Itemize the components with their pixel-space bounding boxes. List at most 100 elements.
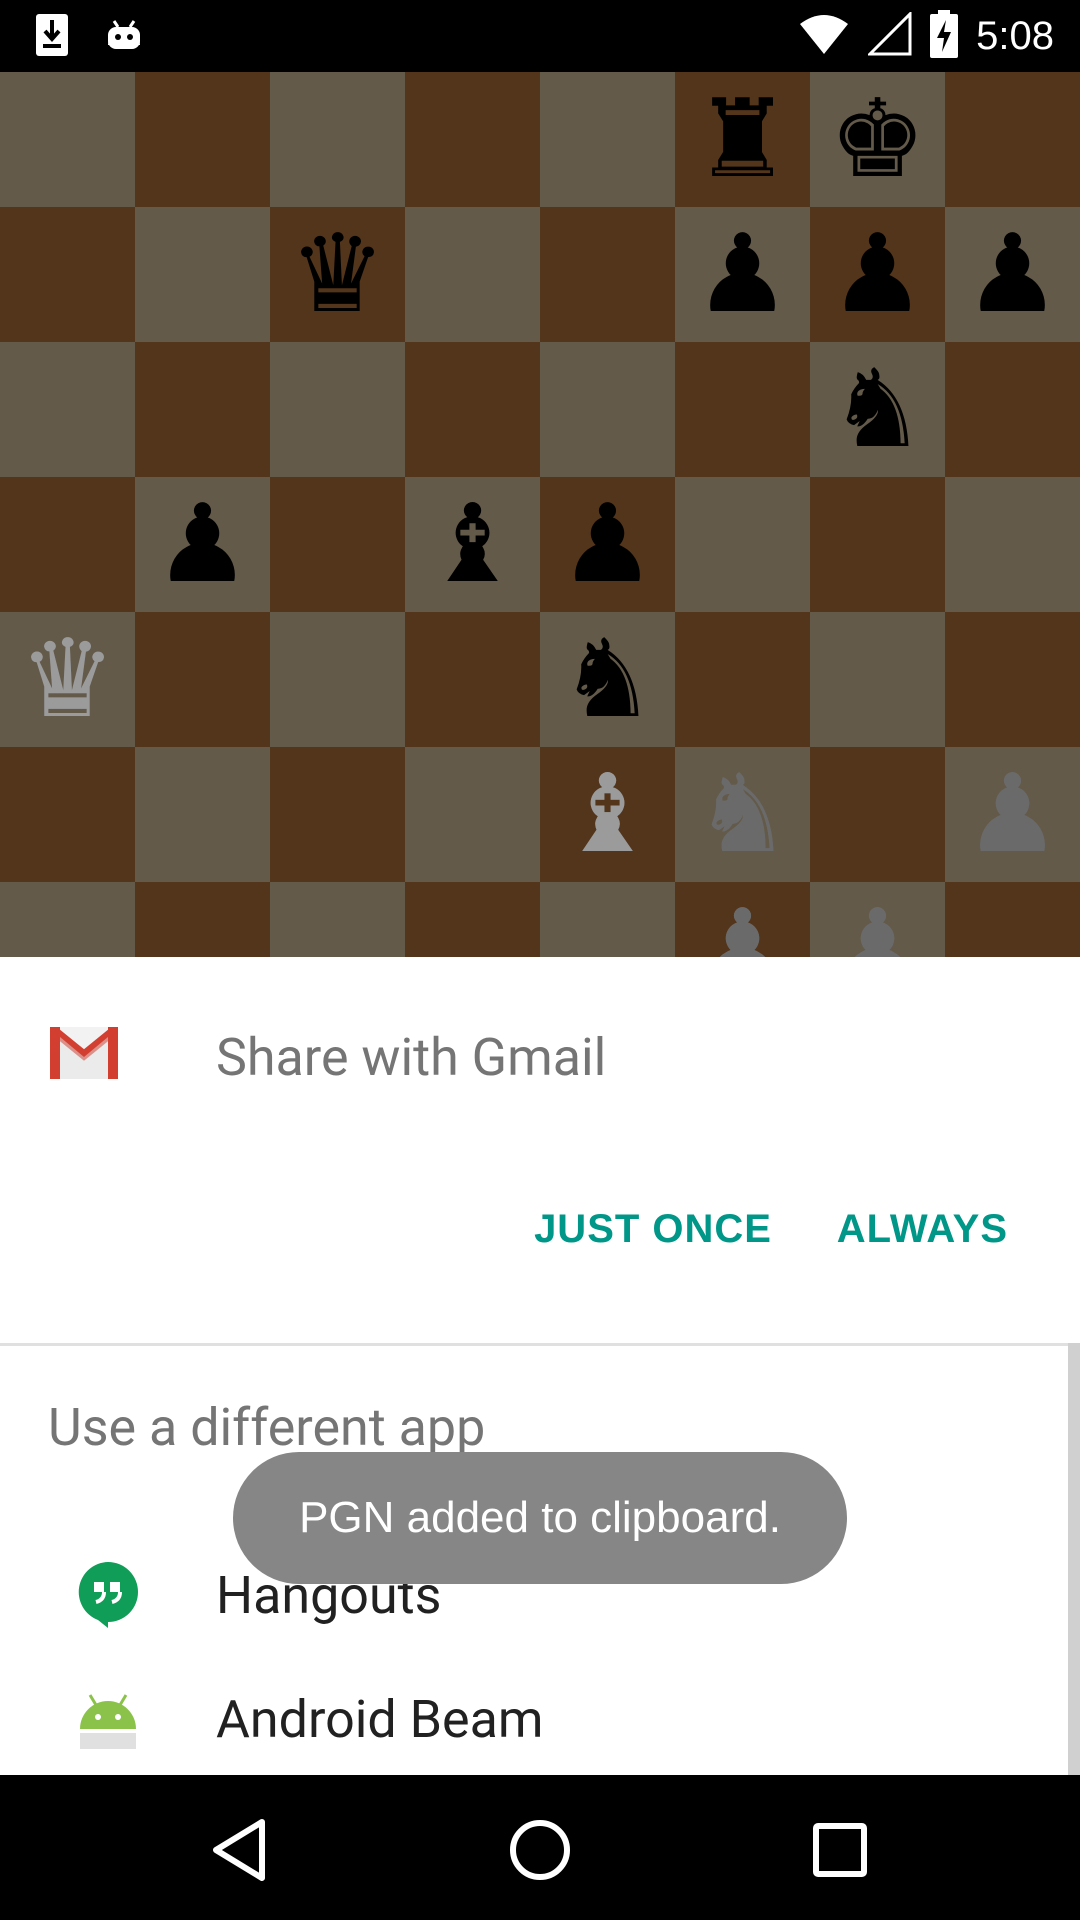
toast: PGN added to clipboard. (233, 1452, 847, 1584)
board-square[interactable]: ♟ (810, 882, 945, 957)
board-square[interactable] (540, 207, 675, 342)
board-square[interactable] (540, 342, 675, 477)
board-square[interactable]: ♞ (810, 342, 945, 477)
board-square[interactable] (270, 342, 405, 477)
black-knight-icon[interactable]: ♞ (559, 625, 656, 734)
board-square[interactable] (0, 477, 135, 612)
board-square[interactable] (945, 882, 1080, 957)
board-square[interactable] (540, 72, 675, 207)
board-square[interactable] (810, 612, 945, 747)
board-square[interactable] (0, 72, 135, 207)
board-square[interactable] (405, 612, 540, 747)
button-row: JUST ONCE ALWAYS (0, 1207, 1080, 1287)
board-square[interactable] (405, 747, 540, 882)
app-item-android-beam[interactable]: Android Beam (0, 1675, 1065, 1775)
board-square[interactable] (405, 207, 540, 342)
wifi-icon (798, 12, 850, 60)
white-pawn-icon[interactable]: ♟ (829, 895, 926, 957)
board-square[interactable] (675, 612, 810, 747)
home-icon[interactable] (500, 1815, 580, 1885)
board-square[interactable] (270, 612, 405, 747)
board-square[interactable] (945, 72, 1080, 207)
board-square[interactable]: ♝ (405, 477, 540, 612)
black-rook-icon[interactable]: ♜ (694, 85, 791, 194)
black-pawn-icon[interactable]: ♟ (829, 220, 926, 329)
battery-charging-icon (930, 10, 959, 62)
board-square[interactable] (270, 747, 405, 882)
board-square[interactable]: ♟ (945, 747, 1080, 882)
white-bishop-icon[interactable]: ♝ (559, 760, 656, 869)
status-bar: 5:08 (0, 0, 1080, 72)
board-square[interactable] (0, 747, 135, 882)
board-square[interactable] (135, 612, 270, 747)
board-square[interactable] (135, 207, 270, 342)
board-square[interactable] (135, 72, 270, 207)
gmail-icon (49, 1025, 119, 1079)
board-square[interactable] (0, 207, 135, 342)
board-square[interactable]: ♟ (675, 207, 810, 342)
board-square[interactable] (405, 882, 540, 957)
board-square[interactable]: ♚ (810, 72, 945, 207)
board-square[interactable] (135, 882, 270, 957)
share-title: Share with Gmail (216, 1027, 607, 1088)
white-pawn-icon[interactable]: ♟ (694, 895, 791, 957)
board-square[interactable]: ♛ (0, 612, 135, 747)
white-queen-icon[interactable]: ♛ (19, 625, 116, 734)
board-square[interactable]: ♟ (810, 207, 945, 342)
board-square[interactable] (270, 72, 405, 207)
board-square[interactable] (135, 747, 270, 882)
back-icon[interactable] (200, 1815, 280, 1885)
board-square[interactable]: ♝ (540, 747, 675, 882)
divider (0, 1343, 1080, 1346)
android-icon (78, 1689, 138, 1749)
board-square[interactable]: ♟ (540, 477, 675, 612)
share-dialog: Share with Gmail JUST ONCE ALWAYS Use a … (0, 957, 1080, 1775)
recents-icon[interactable] (800, 1815, 880, 1885)
navigation-bar (0, 1775, 1080, 1920)
list-scrollbar[interactable] (1068, 1343, 1080, 1775)
gmail-row[interactable]: Share with Gmail (0, 957, 1080, 1157)
black-pawn-icon[interactable]: ♟ (964, 220, 1061, 329)
alt-app-title: Use a different app (48, 1397, 486, 1458)
board-square[interactable]: ♞ (540, 612, 675, 747)
board-square[interactable] (405, 342, 540, 477)
board-square[interactable]: ♞ (675, 747, 810, 882)
chess-board[interactable]: ♜ ♚ ♛ ♟ ♟ ♟ ♞ ♟ ♝ ♟ ♛ ♞ ♝ ♞ ♟ ♟ ♟ (0, 72, 1080, 957)
board-grid: ♜ ♚ ♛ ♟ ♟ ♟ ♞ ♟ ♝ ♟ ♛ ♞ ♝ ♞ ♟ ♟ ♟ (0, 72, 1080, 957)
board-square[interactable] (810, 747, 945, 882)
board-square[interactable]: ♛ (270, 207, 405, 342)
board-square[interactable] (945, 342, 1080, 477)
board-square[interactable] (945, 477, 1080, 612)
board-square[interactable] (135, 342, 270, 477)
board-square[interactable] (405, 72, 540, 207)
black-bishop-icon[interactable]: ♝ (424, 490, 521, 599)
board-square[interactable] (810, 477, 945, 612)
android-debug-icon (104, 15, 144, 59)
board-square[interactable] (945, 612, 1080, 747)
board-square[interactable]: ♜ (675, 72, 810, 207)
board-square[interactable] (270, 882, 405, 957)
black-king-icon[interactable]: ♚ (829, 85, 926, 194)
black-pawn-icon[interactable]: ♟ (559, 490, 656, 599)
board-square[interactable] (675, 477, 810, 612)
black-queen-icon[interactable]: ♛ (289, 220, 386, 329)
board-square[interactable]: ♟ (135, 477, 270, 612)
always-button[interactable]: ALWAYS (837, 1207, 1008, 1252)
black-pawn-icon[interactable]: ♟ (694, 220, 791, 329)
white-knight-icon[interactable]: ♞ (694, 760, 791, 869)
status-time: 5:08 (976, 14, 1054, 58)
board-square[interactable] (0, 882, 135, 957)
board-square[interactable]: ♟ (945, 207, 1080, 342)
black-knight-icon[interactable]: ♞ (829, 355, 926, 464)
just-once-button[interactable]: JUST ONCE (534, 1207, 772, 1252)
white-pawn-icon[interactable]: ♟ (964, 760, 1061, 869)
board-square[interactable] (540, 882, 675, 957)
board-square[interactable] (270, 477, 405, 612)
board-square[interactable] (675, 342, 810, 477)
download-icon (34, 12, 70, 62)
black-pawn-icon[interactable]: ♟ (154, 490, 251, 599)
app-label-android-beam: Android Beam (216, 1689, 544, 1750)
toast-message: PGN added to clipboard. (299, 1493, 781, 1542)
board-square[interactable]: ♟ (675, 882, 810, 957)
board-square[interactable] (0, 342, 135, 477)
